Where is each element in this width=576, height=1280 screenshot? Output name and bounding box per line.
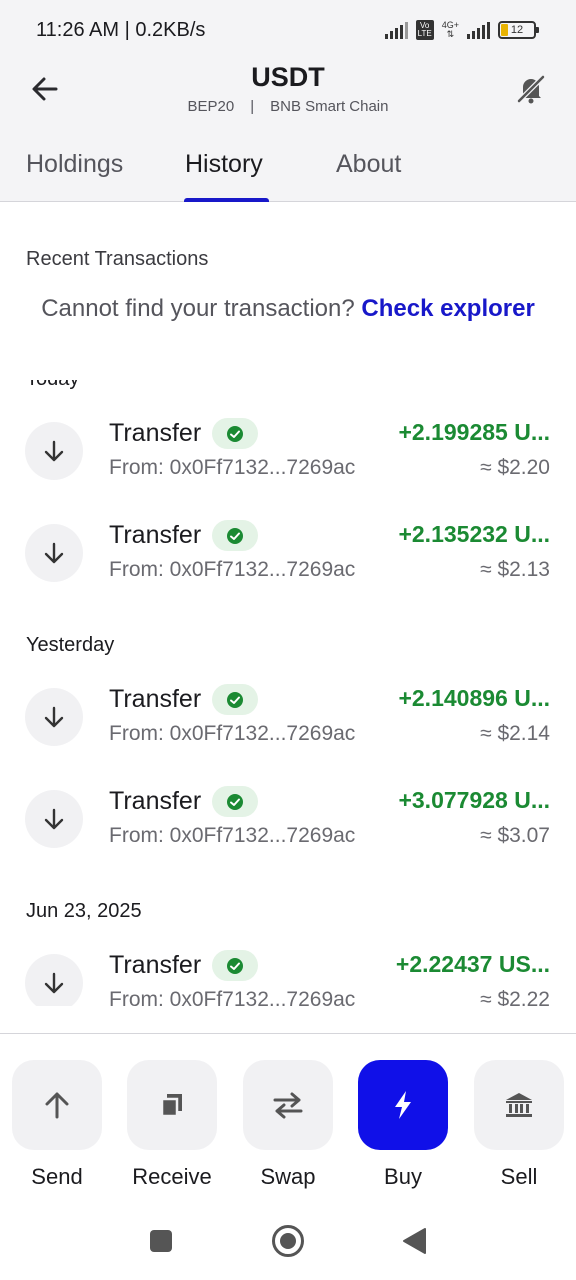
transaction-amount: +2.135232 U... [398,521,550,547]
back-nav-button[interactable] [394,1221,434,1261]
transaction-amount: +3.077928 U... [398,787,550,813]
arrow-up-icon [45,1092,69,1119]
transaction-from: From: 0x0Ff7132...7269ac [109,722,356,745]
transaction-usd-value: ≈ $2.20 [480,456,550,479]
send-label: Send [31,1164,83,1189]
receive-arrow-icon [25,422,83,480]
square-icon [150,1230,172,1252]
success-check-icon [212,684,258,715]
receive-action: Receive [127,1060,217,1190]
send-action: Send [12,1060,102,1190]
transaction-type: Transfer [109,685,202,713]
notification-toggle-button[interactable] [508,66,554,112]
swap-button[interactable] [243,1060,333,1150]
action-bar: Send Receive Swap Buy Sell [0,1033,576,1203]
network-tag: BEP20 [187,98,235,115]
buy-button[interactable] [358,1060,448,1150]
tab-history[interactable]: History [185,150,263,179]
transaction-row[interactable]: Transfer From: 0x0Ff7132...7269ac +3.077… [0,778,576,858]
success-check-icon [212,418,258,449]
active-tab-indicator [184,198,269,202]
sell-button[interactable] [474,1060,564,1150]
sell-action: Sell [474,1060,564,1190]
battery-icon: 12 [498,21,539,39]
transaction-from: From: 0x0Ff7132...7269ac [109,988,356,1006]
explorer-prompt: Cannot find your transaction? Check expl… [0,295,576,323]
transaction-amount: +2.199285 U... [398,419,550,445]
tab-about[interactable]: About [336,150,401,179]
receive-arrow-icon [25,790,83,848]
transaction-usd-value: ≈ $3.07 [480,824,550,847]
transaction-row[interactable]: Transfer From: 0x0Ff7132...7269ac +2.135… [0,512,576,592]
transaction-usd-value: ≈ $2.22 [480,988,550,1006]
transaction-row[interactable]: Transfer From: 0x0Ff7132...7269ac +2.199… [0,410,576,490]
transaction-row[interactable]: Transfer From: 0x0Ff7132...7269ac +2.140… [0,676,576,756]
transaction-from: From: 0x0Ff7132...7269ac [109,558,356,581]
transaction-list[interactable]: Today Transfer From: 0x0Ff7132...7269ac … [0,380,576,1006]
transaction-type: Transfer [109,521,202,549]
header: USDT BEP20 | BNB Smart Chain Holdings Hist… [0,60,576,202]
network-type-icon: 4G+ ⇅ [441,20,459,39]
group-label-today: Today [26,380,79,391]
transaction-type: Transfer [109,419,202,447]
check-explorer-link[interactable]: Check explorer [361,295,534,322]
swap-icon [273,1092,303,1119]
volte-icon: Vo LTE [415,20,434,40]
buy-action: Buy [358,1060,448,1190]
chain-name: BNB Smart Chain [270,98,389,115]
battery-level: 12 [510,24,524,36]
tab-holdings[interactable]: Holdings [26,150,123,179]
receive-arrow-icon [25,524,83,582]
sell-label: Sell [500,1164,538,1189]
receive-arrow-icon [25,688,83,746]
page-subtitle: BEP20 | BNB Smart Chain [0,98,576,115]
page-title: USDT [251,62,325,92]
transaction-usd-value: ≈ $2.14 [480,722,550,745]
subtitle-separator: | [250,98,255,115]
send-button[interactable] [12,1060,102,1150]
copy-icon [160,1094,182,1118]
transaction-type: Transfer [109,951,202,979]
buy-label: Buy [384,1164,422,1189]
bell-off-icon [517,75,545,104]
receive-arrow-icon [25,954,83,1006]
tab-bar: Holdings History About [0,146,576,202]
home-circle-icon [272,1225,304,1257]
success-check-icon [212,950,258,981]
status-time: 11:26 AM | 0.2KB/s [36,19,206,41]
transaction-from: From: 0x0Ff7132...7269ac [109,824,356,847]
clock: 11:26 AM [36,19,120,41]
triangle-back-icon [403,1228,426,1254]
transaction-row[interactable]: Transfer From: 0x0Ff7132...7269ac +2.224… [0,942,576,1006]
group-label-yesterday: Yesterday [26,634,115,656]
transaction-usd-value: ≈ $2.13 [480,558,550,581]
transaction-amount: +2.22437 US... [395,951,550,977]
success-check-icon [212,786,258,817]
network-speed: 0.2KB/s [135,19,206,41]
lightning-icon [395,1091,411,1119]
receive-button[interactable] [127,1060,217,1150]
group-label-date: Jun 23, 2025 [26,900,142,922]
signal-icon [384,21,408,39]
swap-label: Swap [260,1164,316,1189]
section-title: Recent Transactions [26,248,209,270]
bank-icon [506,1093,532,1117]
transaction-type: Transfer [109,787,202,815]
receive-label: Receive [132,1164,212,1189]
transaction-amount: +2.140896 U... [398,685,550,711]
signal-icon-2 [467,21,490,39]
status-icons: Vo LTE 4G+ ⇅ 12 [384,20,539,40]
explorer-prompt-text: Cannot find your transaction? [41,295,355,322]
success-check-icon [212,520,258,551]
status-bar: 11:26 AM | 0.2KB/s Vo LTE 4G+ ⇅ 12 [0,0,576,60]
recent-apps-button[interactable] [141,1221,181,1261]
home-button[interactable] [268,1221,308,1261]
system-nav-bar [0,1203,576,1280]
transaction-from: From: 0x0Ff7132...7269ac [109,456,356,479]
swap-action: Swap [243,1060,333,1190]
